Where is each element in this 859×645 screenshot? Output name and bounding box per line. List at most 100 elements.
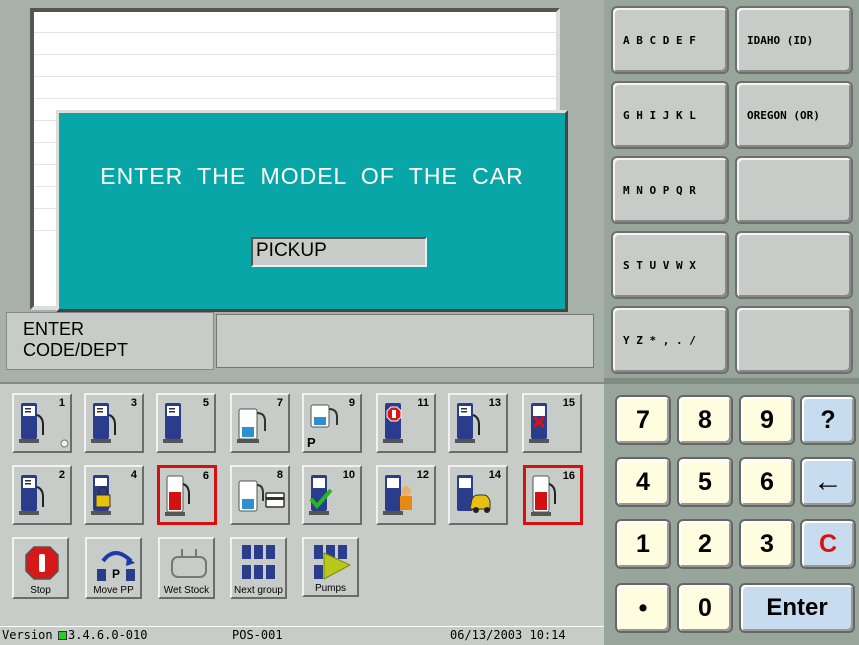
next-group-icon (242, 545, 275, 579)
version-number: 3.4.6.0-010 (68, 628, 148, 642)
state-key-oregon[interactable]: OREGON (OR) (735, 81, 853, 149)
pump-button-8[interactable]: 8 (230, 465, 290, 525)
pumps-play-icon (314, 545, 352, 580)
pump-icon (19, 403, 44, 443)
wet-stock-label: Wet Stock (163, 585, 210, 596)
pump-error-icon (529, 403, 549, 443)
prompt-dialog: ENTER THE MODEL OF THE CAR PICKUP (56, 110, 568, 312)
pump-button-1[interactable]: 1 (12, 393, 72, 453)
pump-button-9[interactable]: 9 P (302, 393, 362, 453)
alpha-key-m-r[interactable]: M N O P Q R (611, 156, 729, 224)
alpha-key-s-x[interactable]: S T U V W X (611, 231, 729, 299)
pump-number: 16 (562, 470, 575, 482)
key-4[interactable]: 4 (615, 457, 671, 507)
keypad-divider (604, 378, 859, 384)
key-8[interactable]: 8 (677, 395, 733, 445)
status-bar: Version 3.4.6.0-010 POS-001 06/13/2003 1… (0, 626, 604, 645)
pump-number: 14 (488, 469, 501, 481)
pump-icon (163, 403, 183, 443)
pump-red-icon (165, 475, 190, 516)
pump-prepay-icon (310, 404, 338, 428)
backspace-key[interactable]: ← (800, 457, 856, 507)
next-group-button[interactable]: Next group (230, 537, 287, 599)
register-id: POS-001 (232, 628, 283, 642)
pump-number: 13 (488, 397, 501, 409)
move-pp-mark: P (112, 567, 121, 581)
stop-label: Stop (30, 585, 51, 596)
pump-number: 5 (202, 397, 209, 409)
pump-button-3[interactable]: 3 (84, 393, 144, 453)
key-1[interactable]: 1 (615, 519, 671, 569)
key-0[interactable]: 0 (677, 583, 733, 633)
car-model-input[interactable]: PICKUP (251, 237, 427, 267)
move-pp-label: Move PP (93, 585, 134, 596)
pump-number: 7 (276, 397, 283, 409)
pump-number: 12 (416, 469, 429, 481)
state-key-empty-1[interactable] (735, 156, 853, 224)
enter-key[interactable]: Enter (739, 583, 855, 633)
pump-authorized-icon (309, 475, 333, 515)
pump-number: 9 (348, 397, 355, 409)
pump-button-5[interactable]: 5 (156, 393, 216, 453)
key-2[interactable]: 2 (677, 519, 733, 569)
pump-number: 4 (130, 469, 137, 481)
dialog-prompt-text: ENTER THE MODEL OF THE CAR (100, 163, 524, 189)
pump-number: 15 (562, 397, 575, 409)
pump-icon (19, 475, 44, 515)
alpha-key-a-f[interactable]: A B C D E F (611, 6, 729, 74)
pump-icon (455, 403, 480, 443)
pump-button-16[interactable]: 16 (523, 465, 583, 525)
key-3[interactable]: 3 (739, 519, 795, 569)
status-dot-icon (60, 439, 69, 448)
state-key-empty-2[interactable] (735, 231, 853, 299)
pump-button-10[interactable]: 10 (302, 465, 362, 525)
pump-button-15[interactable]: 15 (522, 393, 582, 453)
pump-nozzle-icon (237, 408, 266, 443)
enter-code-label-line1: ENTER (23, 319, 85, 339)
pump-button-7[interactable]: 7 (230, 393, 290, 453)
pump-icon (91, 403, 116, 443)
stop-icon (25, 546, 59, 580)
pump-number: 2 (58, 469, 65, 481)
help-key[interactable]: ? (800, 395, 856, 445)
alpha-key-y-symbols[interactable]: Y Z * , . / (611, 306, 729, 374)
pump-red-icon (531, 475, 556, 516)
pump-button-6[interactable]: 6 (157, 465, 217, 525)
alpha-key-g-l[interactable]: G H I J K L (611, 81, 729, 149)
pump-locked-icon (91, 475, 111, 515)
version-label: Version (2, 628, 53, 642)
stop-button[interactable]: Stop (12, 537, 69, 599)
key-7[interactable]: 7 (615, 395, 671, 445)
wet-stock-button[interactable]: Wet Stock (158, 537, 215, 599)
pump-button-12[interactable]: 12 (376, 465, 436, 525)
pumps-label: Pumps (314, 583, 347, 594)
pump-button-13[interactable]: 13 (448, 393, 508, 453)
pump-button-2[interactable]: 2 (12, 465, 72, 525)
pump-button-11[interactable]: 11 (376, 393, 436, 453)
wet-stock-icon (171, 549, 207, 578)
pump-button-14[interactable]: 14 (448, 465, 508, 525)
move-pp-button[interactable]: P Move PP (85, 537, 142, 599)
pump-number: 6 (202, 470, 209, 482)
pump-button-4[interactable]: 4 (84, 465, 144, 525)
pumps-button[interactable]: Pumps (302, 537, 359, 597)
enter-code-label: ENTER CODE/DEPT (6, 312, 214, 370)
key-6[interactable]: 6 (739, 457, 795, 507)
key-9[interactable]: 9 (739, 395, 795, 445)
pump-number: 10 (342, 469, 355, 481)
pump-car-icon (457, 475, 491, 513)
code-dept-field[interactable] (216, 314, 594, 368)
next-group-label: Next group (234, 585, 283, 596)
clear-key[interactable]: C (800, 519, 856, 569)
key-5[interactable]: 5 (677, 457, 733, 507)
pump-number: 8 (276, 469, 283, 481)
pump-number: 1 (58, 397, 65, 409)
pump-number: 3 (130, 397, 137, 409)
enter-code-label-line2: CODE/DEPT (23, 340, 129, 360)
state-key-idaho[interactable]: IDAHO (ID) (735, 6, 853, 74)
connection-led-icon (58, 631, 67, 640)
transaction-area: 2 ENTER THE MODEL OF THE CAR PICKUP ENTE… (0, 0, 604, 382)
pump-stop-icon (383, 403, 403, 443)
decimal-key[interactable]: • (615, 583, 671, 633)
state-key-empty-3[interactable] (735, 306, 853, 374)
